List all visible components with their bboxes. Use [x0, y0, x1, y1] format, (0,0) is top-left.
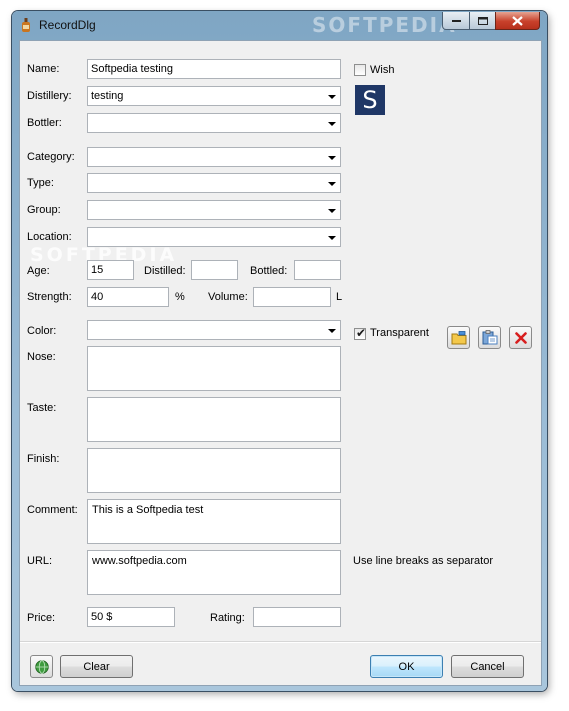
- volume-label: Volume:: [208, 291, 248, 303]
- location-label: Location:: [27, 231, 72, 243]
- finish-label: Finish:: [27, 453, 60, 465]
- rating-input[interactable]: [253, 607, 341, 627]
- minimize-button[interactable]: [442, 12, 470, 30]
- group-combo[interactable]: [87, 200, 341, 220]
- bottler-combo[interactable]: [87, 113, 341, 133]
- dropdown-arrow-icon: [328, 209, 336, 213]
- url-hint: Use line breaks as separator: [353, 555, 494, 567]
- dropdown-arrow-icon: [328, 236, 336, 240]
- ok-button[interactable]: OK: [370, 655, 443, 678]
- rating-label: Rating:: [210, 612, 245, 624]
- nose-textarea[interactable]: [87, 346, 341, 391]
- window-title: RecordDlg: [39, 18, 96, 32]
- comment-textarea[interactable]: This is a Softpedia test: [87, 499, 341, 544]
- transparent-checkbox[interactable]: ✔: [354, 326, 367, 340]
- distillery-label: Distillery:: [27, 90, 72, 102]
- volume-unit: L: [336, 291, 343, 303]
- wish-label[interactable]: Wish: [370, 64, 394, 76]
- distilled-input[interactable]: [191, 260, 238, 280]
- distillery-combo[interactable]: testing: [87, 86, 341, 106]
- group-label: Group:: [27, 204, 61, 216]
- footer-separator: [20, 641, 541, 643]
- dropdown-arrow-icon: [328, 122, 336, 126]
- distillery-value: testing: [91, 90, 124, 102]
- strength-unit: %: [175, 291, 185, 303]
- bottle-icon: [22, 18, 30, 32]
- type-label: Type:: [27, 177, 54, 189]
- watermark: SOFTPEDIA: [312, 13, 457, 37]
- close-window-button[interactable]: [495, 12, 540, 30]
- volume-input[interactable]: [253, 287, 331, 307]
- category-combo[interactable]: [87, 147, 341, 167]
- dialog-client-area: SOFTPEDIA Name: Softpedia testing Distil…: [19, 40, 542, 686]
- age-input[interactable]: 15: [87, 260, 134, 280]
- delete-x-icon: [514, 331, 527, 344]
- bottled-label: Bottled:: [250, 265, 288, 277]
- strength-label: Strength:: [27, 291, 72, 303]
- paste-icon: [482, 330, 497, 345]
- price-input[interactable]: 50 $: [87, 607, 175, 627]
- dialog-window: RecordDlg SOFTPEDIA SOFTPEDIA Name: Soft…: [12, 11, 547, 691]
- distilled-label: Distilled:: [144, 265, 186, 277]
- name-label: Name:: [27, 63, 60, 75]
- minimize-icon: [451, 19, 461, 22]
- delete-image-button[interactable]: [509, 326, 532, 349]
- softpedia-logo: S: [355, 85, 385, 115]
- url-label: URL:: [27, 555, 53, 567]
- logo-letter: S: [362, 86, 378, 114]
- taste-label: Taste:: [27, 402, 57, 414]
- folder-icon: [451, 330, 466, 344]
- taste-textarea[interactable]: [87, 397, 341, 442]
- web-button[interactable]: [30, 655, 53, 678]
- maximize-button[interactable]: [469, 12, 496, 30]
- paste-image-button[interactable]: [478, 326, 501, 349]
- maximize-icon: [477, 16, 488, 25]
- transparent-label[interactable]: Transparent: [370, 327, 429, 339]
- title-bar[interactable]: RecordDlg SOFTPEDIA: [12, 11, 547, 39]
- bottled-input[interactable]: [294, 260, 341, 280]
- finish-textarea[interactable]: [87, 448, 341, 493]
- dropdown-arrow-icon: [328, 329, 336, 333]
- wish-checkbox[interactable]: [354, 64, 366, 76]
- color-combo[interactable]: [87, 320, 341, 340]
- nose-label: Nose:: [27, 351, 56, 363]
- type-combo[interactable]: [87, 173, 341, 193]
- checkmark-icon: ✔: [356, 326, 367, 340]
- comment-label: Comment:: [27, 504, 78, 516]
- open-image-button[interactable]: [447, 326, 470, 349]
- strength-input[interactable]: 40: [87, 287, 169, 307]
- price-label: Price:: [27, 612, 56, 624]
- dropdown-arrow-icon: [328, 95, 336, 99]
- color-label: Color:: [27, 325, 57, 337]
- close-icon: [512, 15, 523, 26]
- category-label: Category:: [27, 151, 75, 163]
- age-label: Age:: [27, 265, 50, 277]
- url-textarea[interactable]: www.softpedia.com: [87, 550, 341, 595]
- name-input[interactable]: Softpedia testing: [87, 59, 341, 79]
- dropdown-arrow-icon: [328, 182, 336, 186]
- bottler-label: Bottler:: [27, 117, 62, 129]
- globe-icon: [34, 659, 49, 674]
- clear-button[interactable]: Clear: [60, 655, 133, 678]
- dropdown-arrow-icon: [328, 156, 336, 160]
- cancel-button[interactable]: Cancel: [451, 655, 524, 678]
- location-combo[interactable]: [87, 227, 341, 247]
